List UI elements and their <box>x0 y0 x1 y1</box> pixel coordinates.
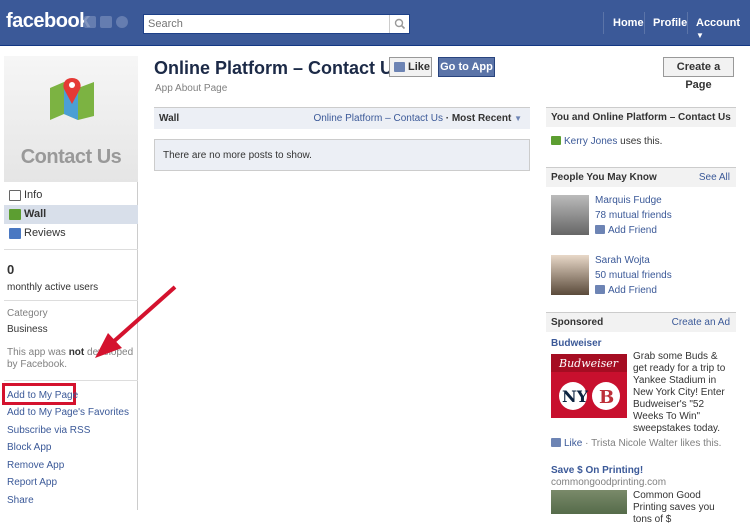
ad-like-link[interactable]: Like <box>564 438 582 449</box>
ad-text: Grab some Buds & get ready for a trip to… <box>633 351 726 434</box>
like-icon <box>551 438 561 447</box>
svg-text:Budweiser: Budweiser <box>558 357 619 370</box>
nav-account-label: Account <box>696 17 740 29</box>
pymk-title: People You May Know <box>551 172 657 183</box>
messages-icon[interactable] <box>100 16 112 28</box>
app-profile-title: Contact Us <box>20 146 122 168</box>
ad-title[interactable]: Budweiser <box>551 338 602 349</box>
avatar[interactable] <box>551 195 589 235</box>
report-app-link[interactable]: Report App <box>7 477 57 488</box>
info-icon <box>9 190 21 201</box>
remove-app-link[interactable]: Remove App <box>7 460 64 471</box>
add-to-favorites-link[interactable]: Add to My Page's Favorites <box>7 407 129 418</box>
friend-requests-icon[interactable] <box>84 16 96 28</box>
ad-image[interactable] <box>551 490 627 514</box>
facebook-logo[interactable]: facebook <box>6 10 90 33</box>
sponsored-header: Sponsored Create an Ad <box>546 312 736 332</box>
developer-note: This app was not developed by Facebook. <box>7 347 134 370</box>
search-input[interactable] <box>144 15 384 33</box>
chevron-down-icon: ▼ <box>514 114 522 123</box>
wall-header: Wall Online Platform – Contact Us · Most… <box>154 107 530 129</box>
wall-filter-link: Online Platform – Contact Us <box>313 113 443 124</box>
avatar[interactable] <box>551 255 589 295</box>
ad-social: Like · Trista Nicole Walter likes this. <box>551 438 721 449</box>
category-label: Category <box>7 308 48 319</box>
app-profile-image[interactable]: Contact Us <box>4 56 138 182</box>
ad-text: Common Good Printing saves you tons of $ <box>633 490 715 525</box>
block-app-link[interactable]: Block App <box>7 442 51 453</box>
wall-empty-message: There are no more posts to show. <box>154 139 530 171</box>
friend-usage: Kerry Jones uses this. <box>551 136 662 147</box>
create-ad-link[interactable]: Create an Ad <box>672 317 730 328</box>
nav-account[interactable]: Account ▼ <box>696 17 750 41</box>
add-friend-link[interactable]: Add Friend <box>595 285 657 296</box>
category-value: Business <box>7 324 48 335</box>
reviews-icon <box>9 228 21 239</box>
left-column: Contact Us Info Wall Reviews 0 monthly a… <box>2 56 138 510</box>
friend-user-link[interactable]: Kerry Jones <box>564 136 617 147</box>
page-subtitle: App About Page <box>155 83 228 94</box>
thumbs-up-icon <box>394 62 405 72</box>
add-friend-icon <box>595 225 605 234</box>
like-button[interactable]: Like <box>389 57 432 77</box>
left-nav-info-label: Info <box>24 189 43 201</box>
mutual-friends[interactable]: 50 mutual friends <box>595 270 672 281</box>
app-icon <box>551 136 561 145</box>
wall-icon <box>9 209 21 220</box>
add-to-my-page-link[interactable]: Add to My Page <box>7 390 78 401</box>
page-title: Online Platform – Contact Us <box>154 58 404 78</box>
nav-profile[interactable]: Profile <box>653 17 687 29</box>
you-and-app-title: You and Online Platform – Contact Us <box>551 112 731 123</box>
ad-url: commongoodprinting.com <box>551 477 667 488</box>
search-icon <box>394 18 406 30</box>
see-all-link[interactable]: See All <box>699 172 730 183</box>
left-nav-reviews-label: Reviews <box>24 227 66 239</box>
map-pin-icon <box>50 78 94 120</box>
wall-filter[interactable]: Online Platform – Contact Us · Most Rece… <box>313 113 522 124</box>
ad-image[interactable]: Budweiser NY B <box>551 354 627 418</box>
share-link[interactable]: Share <box>7 495 34 506</box>
go-to-app-button[interactable]: Go to App <box>438 57 495 77</box>
wall-label: Wall <box>159 113 180 124</box>
left-nav-wall[interactable]: Wall <box>4 205 138 224</box>
budweiser-logo: Budweiser NY B <box>551 354 627 410</box>
create-page-button[interactable]: Create a Page <box>663 57 734 91</box>
left-nav-info[interactable]: Info <box>4 186 138 205</box>
active-users-label: monthly active users <box>7 282 99 293</box>
search-box <box>143 14 410 34</box>
search-button[interactable] <box>389 15 409 33</box>
add-friend-link[interactable]: Add Friend <box>595 225 657 236</box>
sponsored-title: Sponsored <box>551 317 604 328</box>
mutual-friends[interactable]: 78 mutual friends <box>595 210 672 221</box>
active-users-count: 0 <box>7 262 15 277</box>
chevron-down-icon: ▼ <box>696 31 704 40</box>
top-bar: facebook Home Profile Account ▼ <box>0 0 750 46</box>
add-friend-icon <box>595 285 605 294</box>
left-nav-wall-label: Wall <box>24 208 47 220</box>
pymk-header: People You May Know See All <box>546 167 736 187</box>
svg-text:NY: NY <box>562 387 589 406</box>
subscribe-rss-link[interactable]: Subscribe via RSS <box>7 425 90 436</box>
wall-filter-selected: Most Recent <box>451 113 512 124</box>
ad-title[interactable]: Save $ On Printing! <box>551 465 643 476</box>
notifications-icon[interactable] <box>116 16 128 28</box>
person-name[interactable]: Sarah Wojta <box>595 255 650 266</box>
person-name[interactable]: Marquis Fudge <box>595 195 662 206</box>
nav-home[interactable]: Home <box>613 17 644 29</box>
svg-text:B: B <box>599 387 614 408</box>
you-and-app-header: You and Online Platform – Contact Us <box>546 107 736 127</box>
left-nav-reviews[interactable]: Reviews <box>4 224 138 243</box>
